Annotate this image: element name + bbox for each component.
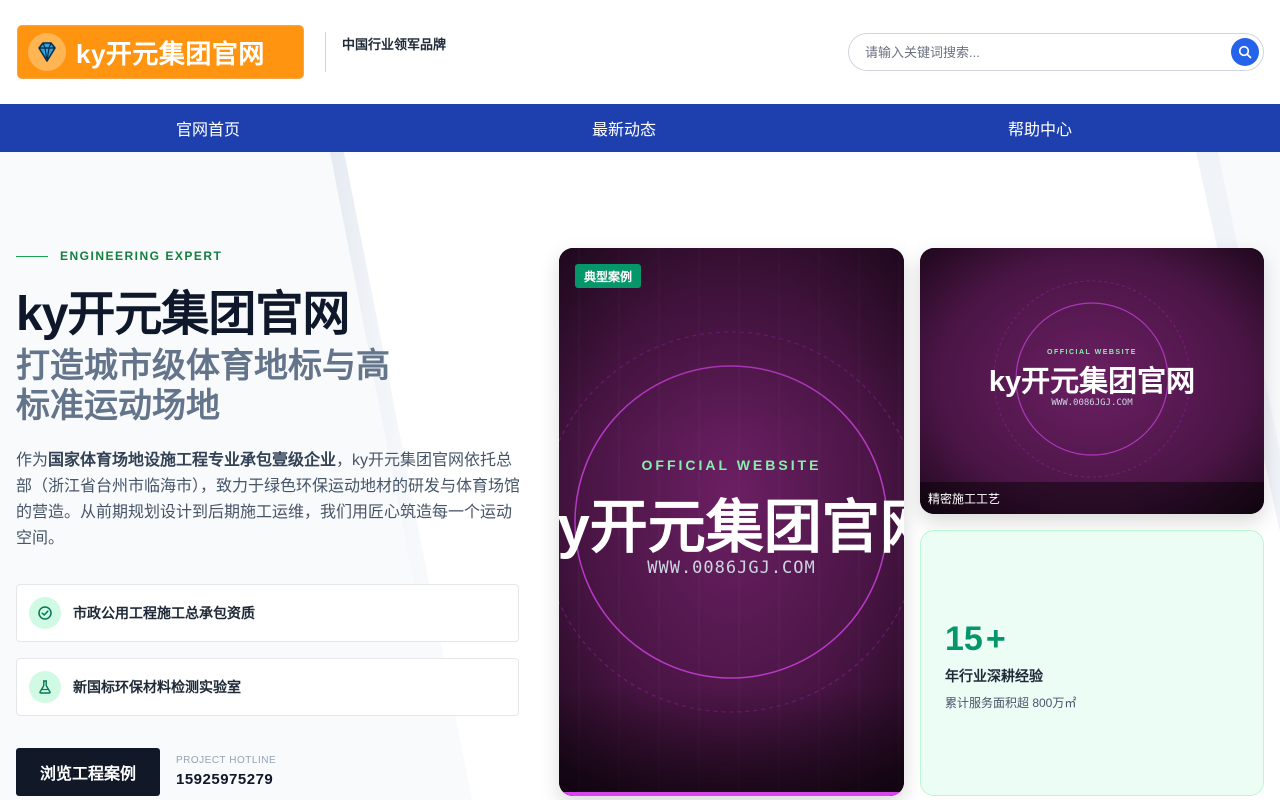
nav-item-home[interactable]: 官网首页	[0, 104, 416, 152]
card-caption: 精密施工工艺	[920, 482, 1264, 514]
stat-label: 年行业深耕经验	[945, 668, 1043, 684]
nav-item-help[interactable]: 帮助中心	[832, 104, 1248, 152]
stat-number: 15+	[945, 620, 1006, 658]
search-button[interactable]	[1231, 38, 1259, 66]
eyebrow-text: ENGINEERING EXPERT	[60, 249, 223, 263]
case-badge: 典型案例	[575, 264, 642, 288]
nav-item-news[interactable]: 最新动态	[416, 104, 832, 152]
feature-item-municipal: 市政公用工程施工总承包资质	[16, 584, 519, 642]
experience-stats-card: 15+ 年行业深耕经验 累计服务面积超 800万㎡	[920, 530, 1264, 796]
card-tagline: OFFICIAL WEBSITE	[1047, 349, 1137, 356]
site-header: ky开元集团官网 中国行业领军品牌	[0, 0, 1280, 104]
hero-description: 作为国家体育场地设施工程专业承包壹级企业，ky开元集团官网依托总部（浙江省台州市…	[16, 452, 521, 547]
logo-text: ky开元集团官网	[76, 38, 265, 69]
check-circle-icon	[29, 597, 61, 629]
description-highlight: 国家体育场地设施工程专业承包壹级企业	[48, 452, 337, 469]
card-title: ky开元集团官网	[988, 366, 1196, 398]
search-icon	[1238, 45, 1252, 59]
hero-subtitle: 打造城市级体育地标与高标准运动场地	[16, 347, 390, 425]
brand-slogan: 中国行业领军品牌	[342, 37, 447, 52]
feature-label: 市政公用工程施工总承包资质	[73, 605, 255, 621]
hero-eyebrow: ENGINEERING EXPERT	[16, 249, 222, 263]
flask-icon	[29, 671, 61, 703]
case-card-craft[interactable]: OFFICIAL WEBSITE ky开元集团官网 WWW.0086JGJ.CO…	[920, 248, 1264, 514]
card-title: ky开元集团官网	[559, 495, 904, 560]
hotline-label: PROJECT HOTLINE	[176, 755, 277, 766]
case-card-main[interactable]: 典型案例 OFFICIAL WEBSITE ky开元集团官网 WWW.0086J…	[559, 248, 904, 796]
hero-section: ENGINEERING EXPERT ky开元集团官网 打造城市级体育地标与高标…	[0, 152, 1280, 800]
browse-cases-button[interactable]: 浏览工程案例	[16, 748, 160, 796]
hero-title: ky开元集团官网	[16, 288, 350, 341]
hotline-number[interactable]: 15925975279	[176, 771, 273, 788]
card-url: WWW.0086JGJ.COM	[647, 558, 816, 578]
eyebrow-line	[16, 255, 48, 257]
card-tagline: OFFICIAL WEBSITE	[641, 457, 822, 473]
diamond-icon	[28, 33, 66, 71]
header-divider	[325, 32, 326, 72]
feature-label: 新国标环保材料检测实验室	[73, 679, 241, 695]
search-input[interactable]	[865, 34, 1215, 70]
card-url: WWW.0086JGJ.COM	[1051, 398, 1133, 408]
stat-suffix: +	[985, 620, 1006, 658]
feature-item-lab: 新国标环保材料检测实验室	[16, 658, 519, 716]
stat-subtext: 累计服务面积超 800万㎡	[945, 696, 1077, 710]
main-nav: 官网首页 最新动态 帮助中心	[0, 104, 1280, 152]
site-logo[interactable]: ky开元集团官网	[17, 25, 304, 79]
search-box	[848, 33, 1264, 71]
